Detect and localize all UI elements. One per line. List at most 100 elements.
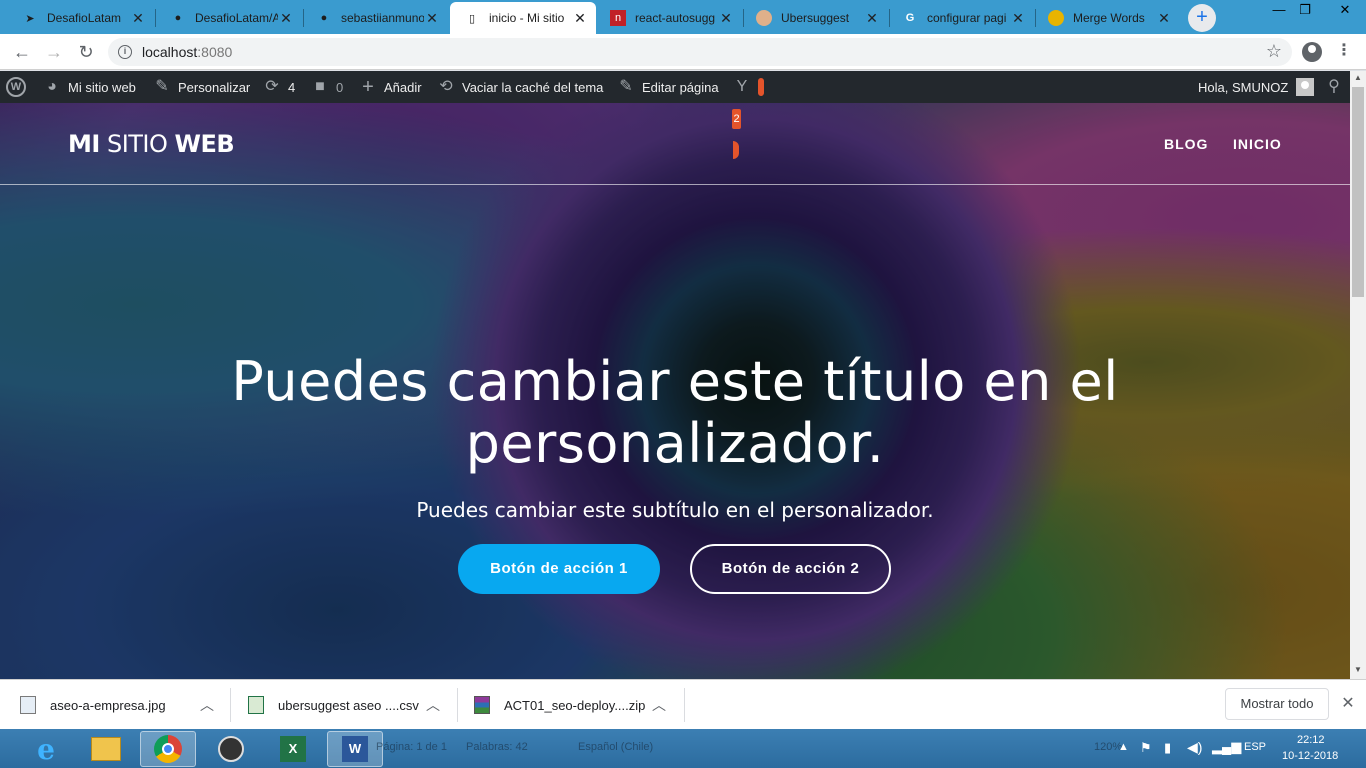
download-item[interactable]: aseo-a-empresa.jpg ︿ bbox=[20, 680, 230, 730]
profile-icon[interactable] bbox=[1302, 42, 1322, 62]
close-icon[interactable]: ✕ bbox=[278, 10, 294, 26]
adminbar-site-name[interactable]: ◕ Mi sitio web bbox=[42, 71, 136, 103]
tab-google[interactable]: G configurar pagi ✕ bbox=[888, 2, 1034, 34]
tab-title: configurar pagi bbox=[927, 11, 1007, 25]
site-title-sitio: SITIO bbox=[106, 130, 168, 158]
chevron-up-icon[interactable]: ︿ bbox=[426, 695, 440, 715]
google-icon: G bbox=[905, 12, 915, 24]
flag-icon[interactable]: ⚑ bbox=[1140, 740, 1152, 756]
tab-github-sebastiian[interactable]: ● sebastiianmuno ✕ bbox=[302, 2, 448, 34]
dashboard-icon: ◕ bbox=[47, 78, 57, 95]
scroll-down-icon[interactable]: ▼ bbox=[1353, 665, 1363, 677]
reload-icon[interactable]: ↻ bbox=[74, 40, 98, 64]
close-icon[interactable]: ✕ bbox=[1340, 693, 1356, 713]
download-item[interactable]: ACT01_seo-deploy....zip ︿ bbox=[474, 680, 684, 730]
show-all-button[interactable]: Mostrar todo bbox=[1225, 688, 1329, 720]
action-button-2[interactable]: Botón de acción 2 bbox=[690, 544, 891, 594]
chevron-up-icon[interactable]: ︿ bbox=[200, 695, 214, 715]
tab-ubersuggest[interactable]: Ubersuggest ✕ bbox=[742, 2, 888, 34]
word-page-status: Página: 1 de 1 bbox=[376, 741, 447, 753]
forward-icon[interactable]: → bbox=[42, 40, 66, 64]
search-icon: ⚲ bbox=[1328, 78, 1340, 95]
comments-count: 0 bbox=[336, 79, 344, 95]
adminbar-account[interactable]: Hola, SMUNOZ bbox=[1198, 71, 1315, 103]
tab-title: Merge Words bbox=[1073, 11, 1145, 25]
comment-icon: ■ bbox=[315, 78, 325, 95]
customize-label: Personalizar bbox=[178, 79, 251, 95]
close-icon[interactable]: ✕ bbox=[130, 10, 146, 26]
wp-admin-bar: W ◕ Mi sitio web ✎ Personalizar ⟳ 4 ■ 0 … bbox=[0, 71, 1350, 103]
image-file-icon bbox=[20, 696, 36, 714]
yoast-icon: Y bbox=[736, 78, 748, 95]
greeting-label: Hola, SMUNOZ bbox=[1198, 79, 1289, 95]
app-taskbar-icon[interactable] bbox=[203, 731, 259, 767]
browser-tab-strip: ➤ DesafioLatam ✕ ● DesafioLatam/A ✕ ● se… bbox=[0, 0, 1366, 34]
nav-inicio[interactable]: INICIO bbox=[1233, 136, 1282, 152]
close-icon[interactable]: ✕ bbox=[718, 10, 734, 26]
info-icon[interactable]: i bbox=[118, 45, 132, 59]
more-menu-icon[interactable]: ⋮ bbox=[1334, 42, 1354, 62]
tab-title: inicio - Mi sitio bbox=[489, 11, 565, 25]
word-words-status: Palabras: 42 bbox=[466, 741, 528, 753]
chrome-taskbar-icon[interactable] bbox=[140, 731, 196, 767]
divider bbox=[230, 688, 231, 722]
battery-icon[interactable]: ▮ bbox=[1164, 740, 1171, 756]
adminbar-comments[interactable]: ■ 0 bbox=[310, 71, 343, 103]
show-hidden-icons-icon[interactable]: ▲ bbox=[1118, 741, 1129, 753]
npm-icon: n bbox=[610, 10, 626, 26]
word-taskbar-icon[interactable]: W bbox=[327, 731, 383, 767]
clock-time[interactable]: 22:12 bbox=[1297, 734, 1325, 746]
download-item[interactable]: ubersuggest aseo ....csv ︿ bbox=[248, 680, 456, 730]
back-icon[interactable]: ← bbox=[10, 40, 34, 64]
adminbar-clear-cache[interactable]: ⟲ Vaciar la caché del tema bbox=[436, 71, 603, 103]
internet-explorer-icon[interactable]: e bbox=[18, 731, 74, 767]
action-button-1[interactable]: Botón de acción 1 bbox=[458, 544, 660, 594]
tab-desafiolatam[interactable]: ➤ DesafioLatam ✕ bbox=[8, 2, 154, 34]
site-title[interactable]: MI SITIO WEB bbox=[68, 130, 235, 158]
adminbar-updates[interactable]: ⟳ 4 bbox=[262, 71, 295, 103]
close-icon[interactable]: ✕ bbox=[572, 10, 588, 26]
language-indicator[interactable]: ESP bbox=[1244, 741, 1266, 753]
adminbar-add-new[interactable]: + Añadir bbox=[358, 71, 421, 103]
neil-icon bbox=[756, 10, 772, 26]
clock-date[interactable]: 10-12-2018 bbox=[1282, 750, 1338, 762]
tab-react-autosuggest[interactable]: n react-autosugg ✕ bbox=[596, 2, 742, 34]
plus-icon: + bbox=[362, 76, 374, 98]
network-icon[interactable]: ▂▄▆ bbox=[1212, 739, 1241, 755]
adminbar-yoast[interactable]: Y bbox=[732, 71, 764, 103]
scroll-thumb[interactable] bbox=[1352, 87, 1364, 297]
tab-github-desafiolatam[interactable]: ● DesafioLatam/A ✕ bbox=[156, 2, 302, 34]
archive-file-icon bbox=[474, 696, 490, 714]
app-icon bbox=[218, 736, 244, 762]
word-icon: W bbox=[342, 736, 368, 762]
file-explorer-icon[interactable] bbox=[78, 731, 134, 767]
scroll-up-icon[interactable]: ▲ bbox=[1353, 73, 1363, 85]
excel-taskbar-icon[interactable]: X bbox=[265, 731, 321, 767]
new-tab-button[interactable]: + bbox=[1188, 4, 1216, 32]
excel-file-icon bbox=[248, 696, 264, 714]
tab-title: Ubersuggest bbox=[781, 11, 850, 25]
volume-icon[interactable]: ◀) bbox=[1187, 739, 1202, 756]
wordpress-logo-icon[interactable]: W bbox=[6, 71, 32, 103]
github-icon: ● bbox=[320, 12, 328, 24]
ie-logo-icon: e bbox=[37, 732, 55, 766]
bookmark-star-icon[interactable]: ☆ bbox=[1266, 41, 1282, 62]
address-bar[interactable]: i localhost:8080 ☆ bbox=[108, 38, 1292, 66]
download-shelf: aseo-a-empresa.jpg ︿ ubersuggest aseo ..… bbox=[0, 679, 1366, 729]
window-close-icon[interactable]: ✕ bbox=[1322, 0, 1366, 22]
page-scrollbar[interactable]: ▲ ▼ bbox=[1350, 71, 1366, 679]
chevron-up-icon[interactable]: ︿ bbox=[652, 695, 666, 715]
close-icon[interactable]: ✕ bbox=[424, 10, 440, 26]
adminbar-search[interactable]: ⚲ bbox=[1324, 71, 1344, 103]
yoast-notification-badge[interactable]: 2 bbox=[732, 109, 741, 129]
tab-merge-words[interactable]: Merge Words ✕ bbox=[1034, 2, 1180, 34]
close-icon[interactable]: ✕ bbox=[1156, 10, 1172, 26]
nav-blog[interactable]: BLOG bbox=[1164, 136, 1208, 152]
close-icon[interactable]: ✕ bbox=[864, 10, 880, 26]
download-filename: ACT01_seo-deploy....zip bbox=[504, 697, 646, 713]
adminbar-edit-page[interactable]: ✎ Editar página bbox=[616, 71, 718, 103]
adminbar-customize[interactable]: ✎ Personalizar bbox=[152, 71, 250, 103]
site-title-web: WEB bbox=[174, 130, 235, 158]
close-icon[interactable]: ✕ bbox=[1010, 10, 1026, 26]
tab-inicio-active[interactable]: ▯ inicio - Mi sitio ✕ bbox=[450, 2, 596, 34]
